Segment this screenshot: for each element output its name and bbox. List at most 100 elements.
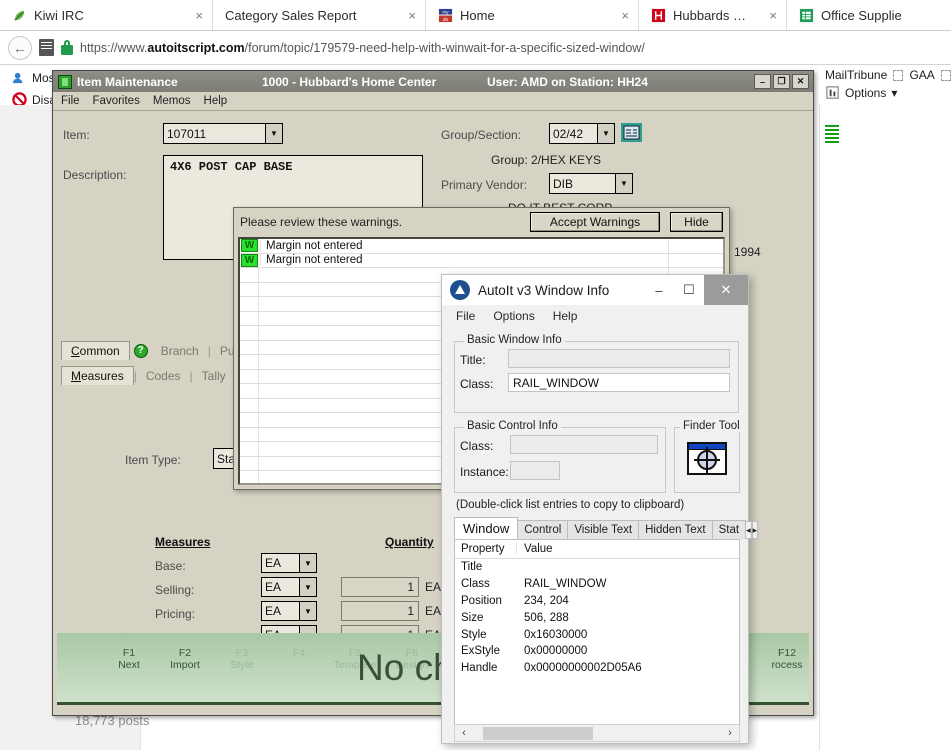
property-row[interactable]: Class RAIL_WINDOW [455,576,739,593]
control-instance-label: Instance: [460,465,509,479]
menu-file[interactable]: File [61,95,80,107]
scroll-left-icon[interactable]: ‹ [455,727,473,739]
close-button[interactable]: ✕ [792,74,809,89]
control-class-field[interactable] [510,435,658,454]
browser-tab-hubbards-home-center[interactable]: Hubbards Home Center A... × [639,0,787,30]
property-row[interactable]: Handle 0x00000000002D05A6 [455,660,739,677]
primary-vendor-combo[interactable]: DIB ▼ [549,173,633,194]
menu-help[interactable]: Help [204,95,228,107]
browser-tab-office-supplies[interactable]: Office Supplie [787,0,951,30]
scroll-thumb[interactable] [483,727,593,740]
help-icon[interactable]: ? [133,343,148,358]
minimize-button[interactable]: – [754,74,771,89]
reader-view-icon[interactable] [39,39,54,56]
property-row[interactable]: Size 506, 288 [455,609,739,626]
property-row[interactable]: ExStyle 0x00000000 [455,643,739,660]
menu-memos[interactable]: Memos [153,95,191,107]
hide-button[interactable]: Hide [670,211,723,232]
window-class-label: Class: [460,377,494,391]
function-key-f2[interactable]: F2 Import [155,647,215,671]
warning-row[interactable]: W Margin not entered [240,253,723,268]
property-row[interactable]: Title [455,559,739,576]
maximize-button[interactable]: ❐ [773,74,790,89]
tab-codes[interactable]: Codes [137,367,190,385]
accept-warnings-button[interactable]: Accept Warnings [530,211,660,232]
property-value: 0x00000000 [524,645,588,658]
autoit-tab-row[interactable]: Window Control Visible Text Hidden Text … [454,517,759,539]
maximize-button[interactable]: ☐ [674,275,704,305]
tab-scroll-right-button[interactable]: ▸ [751,521,759,539]
autoit-horizontal-scrollbar[interactable]: ‹ › [454,724,740,742]
tab-window[interactable]: Window [454,517,519,539]
chevron-down-icon[interactable]: ▼ [299,602,316,620]
address-bar[interactable]: https://www.autoitscript.com/forum/topic… [80,41,645,55]
tab-close-icon[interactable]: × [195,8,203,23]
tab-label: Kiwi IRC [34,7,84,23]
tab-close-icon[interactable]: × [621,8,629,23]
tab-close-icon[interactable]: × [408,8,416,23]
property-row[interactable]: Style 0x16030000 [455,626,739,643]
chevron-down-icon[interactable]: ▼ [299,578,316,596]
notes-indicator-icon[interactable] [825,125,839,143]
autoit-property-table[interactable]: Property Value Title Class RAIL_WINDOW Posi… [454,539,740,742]
group-section-combo[interactable]: 02/42 ▼ [549,123,615,144]
property-name: Handle [461,662,498,675]
chevron-down-icon[interactable]: ▼ [299,554,316,572]
autoit-menu-file[interactable]: File [456,309,475,323]
chevron-down-icon[interactable]: ▼ [597,124,614,143]
autoit-menu-options[interactable]: Options [493,309,534,323]
window-class-field[interactable]: RAIL_WINDOW [508,373,730,392]
measure-label-pricing: Pricing: [155,607,196,621]
tab-control[interactable]: Control [517,520,569,539]
measure-uom-base[interactable]: EA ▼ [261,553,317,573]
browser-tab-kiwi-irc[interactable]: Kiwi IRC × [0,0,213,30]
measure-qty-pricing[interactable]: 1 [341,601,419,621]
autoit-window-info-dialog[interactable]: AutoIt v3 Window Info – ☐ ✕ File Options… [441,274,759,744]
item-combo[interactable]: 107011 ▼ [163,123,283,144]
function-key-f12[interactable]: F12 rocess [757,647,817,671]
tab-visible-text[interactable]: Visible Text [567,520,640,539]
measure-uom-pricing[interactable]: EA ▼ [261,601,317,621]
item-window-titlebar[interactable]: Item Maintenance 1000 - Hubbard's Home C… [53,71,813,92]
warning-badge-icon: W [241,253,258,267]
close-button[interactable]: ✕ [704,275,748,305]
menu-favorites[interactable]: Favorites [93,95,140,107]
autoit-menu-help[interactable]: Help [553,309,578,323]
function-key-f1[interactable]: F1 Next [99,647,159,671]
chevron-down-icon[interactable]: ▾ [891,86,897,100]
bookmark-placeholder-icon-2 [940,69,951,81]
scroll-right-icon[interactable]: › [721,727,739,739]
control-instance-field[interactable] [510,461,560,480]
window-title-field[interactable] [508,349,730,368]
bookmark-gaa[interactable]: GAA [909,68,934,82]
tab-tally[interactable]: Tally [193,367,235,385]
options-menu-label[interactable]: Options [845,86,886,100]
window-title-label: Title: [460,353,486,367]
measure-qty-selling[interactable]: 1 [341,577,419,597]
scroll-track[interactable] [473,725,721,741]
fk-label: rocess [771,659,803,671]
crosshair-target-icon[interactable] [687,442,727,475]
chevron-down-icon[interactable]: ▼ [615,174,632,193]
header-value: Value [524,543,553,555]
autoit-titlebar[interactable]: AutoIt v3 Window Info – ☐ ✕ [442,275,748,305]
function-key-f3[interactable]: F3 Style [212,647,272,671]
tab-measures[interactable]: Measures [61,366,134,385]
back-button[interactable]: ← [8,35,32,60]
tab-common[interactable]: Common [61,341,130,360]
tab-close-icon[interactable]: × [769,8,777,23]
tab-branch[interactable]: Branch [152,342,208,360]
property-row[interactable]: Position 234, 204 [455,593,739,610]
autoit-body: Basic Window Info Title: Class: RAIL_WIN… [442,327,759,743]
browser-tab-home[interactable]: my db Home × [426,0,639,30]
group-lookup-icon[interactable] [621,123,642,142]
measure-uom-selling[interactable]: EA ▼ [261,577,317,597]
bookmark-mailtribune[interactable]: MailTribune [825,68,887,82]
warning-row[interactable]: W Margin not entered [240,239,723,254]
tab-hidden-text[interactable]: Hidden Text [638,520,713,539]
chevron-down-icon[interactable]: ▼ [265,124,282,143]
function-key-f4[interactable]: F4 [269,647,329,659]
browser-tab-category-sales-report[interactable]: Category Sales Report × [213,0,426,30]
minimize-button[interactable]: – [644,275,674,305]
tab-statusbar[interactable]: Stat [711,520,747,539]
